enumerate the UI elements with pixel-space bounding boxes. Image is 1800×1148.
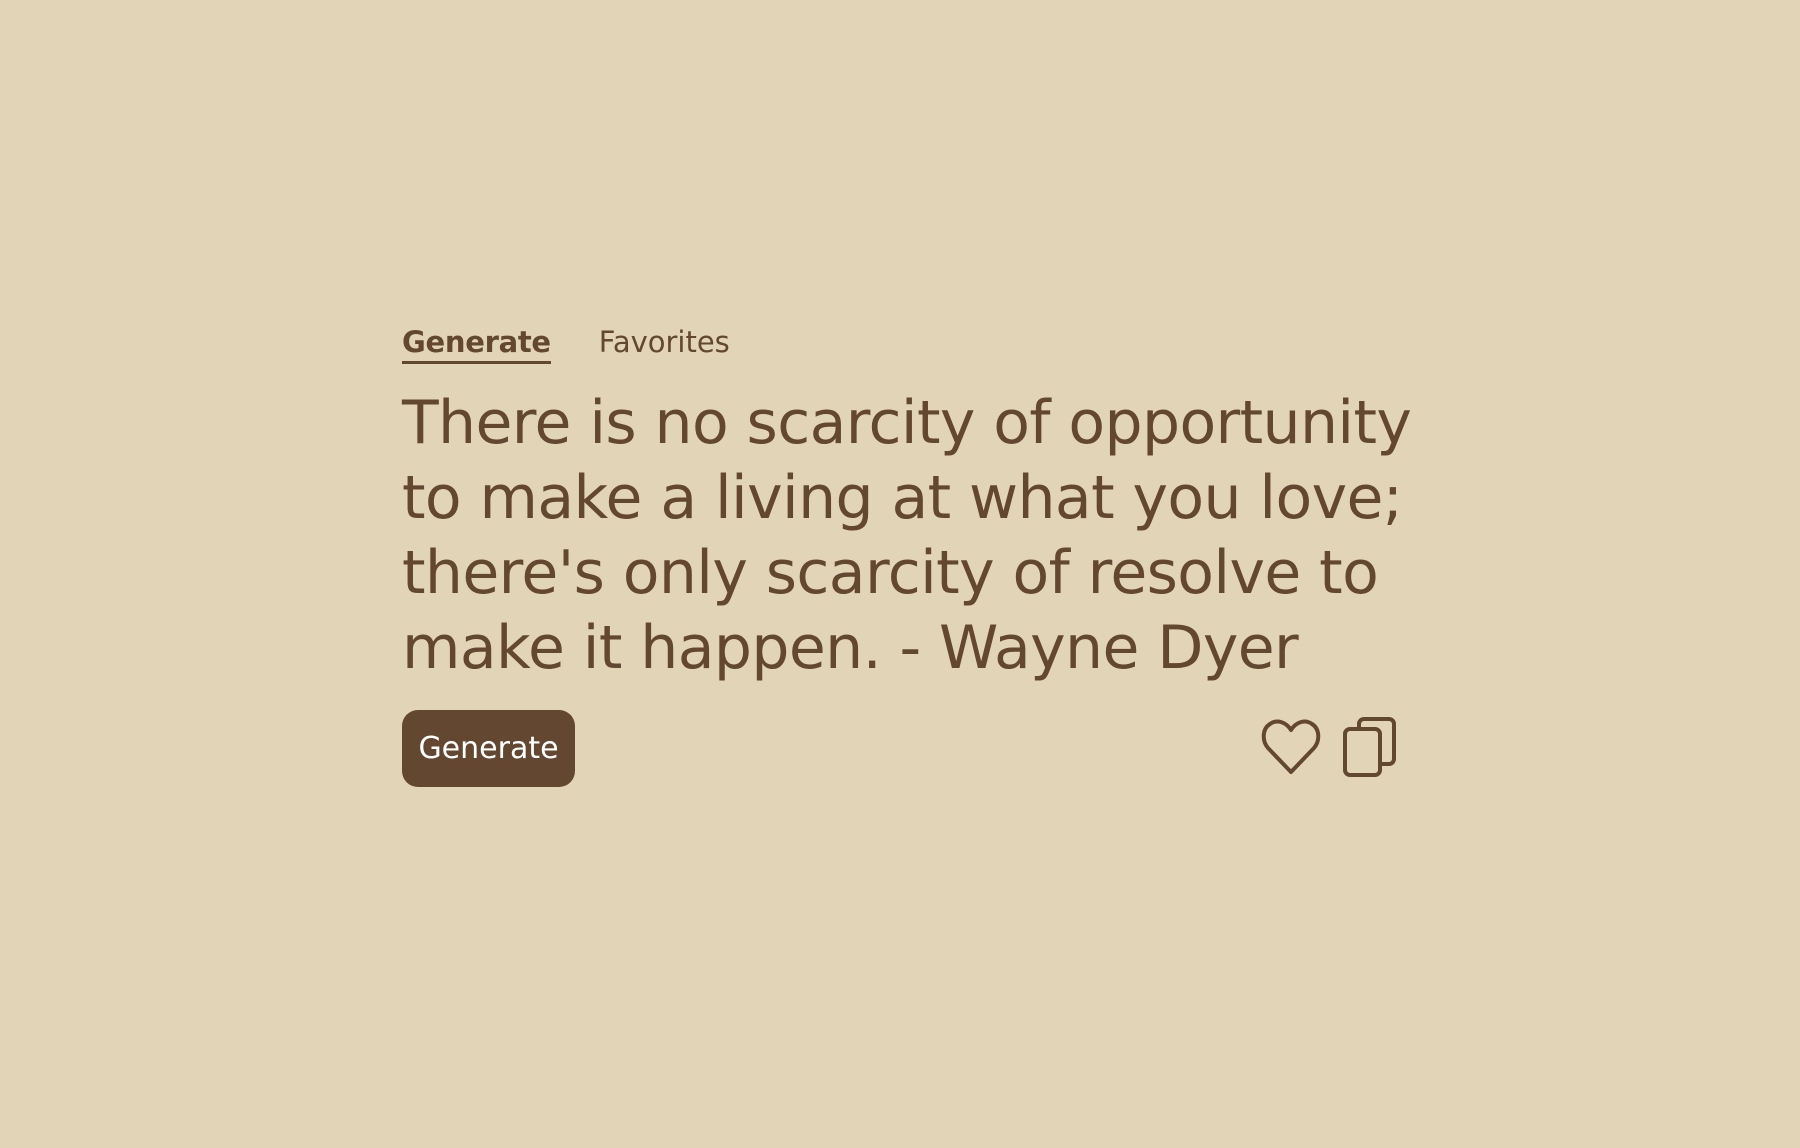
quote-generator: Generate Favorites There is no scarcity …	[402, 322, 1412, 788]
generate-button[interactable]: Generate	[402, 710, 575, 787]
action-bar: Generate	[402, 710, 1402, 788]
tab-bar: Generate Favorites	[402, 322, 1402, 364]
quote-text: There is no scarcity of opportunity to m…	[402, 388, 1412, 683]
tab-generate[interactable]: Generate	[402, 325, 551, 364]
copy-icon[interactable]	[1342, 716, 1398, 778]
heart-icon[interactable]	[1260, 716, 1322, 778]
tab-favorites[interactable]: Favorites	[599, 325, 730, 364]
